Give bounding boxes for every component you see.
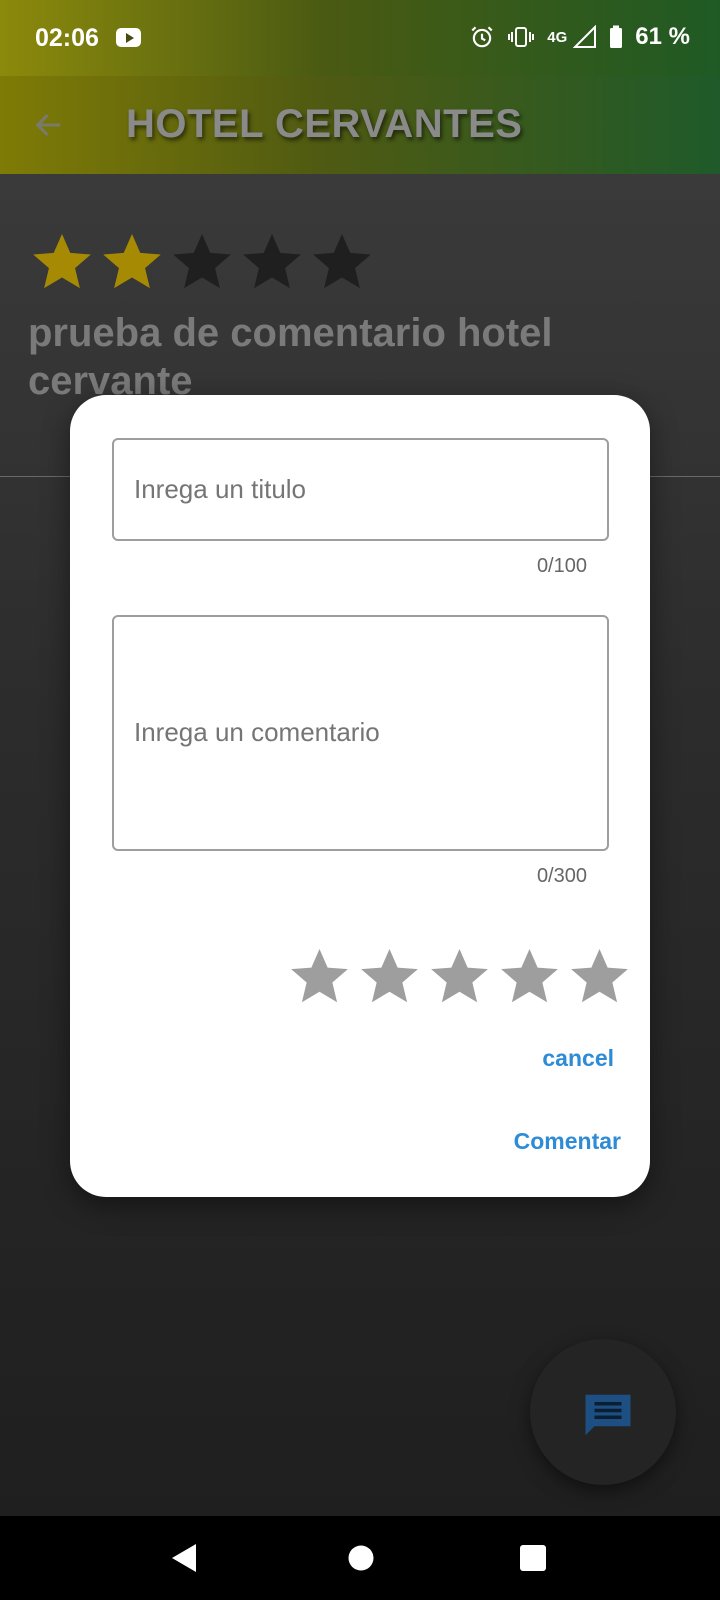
nav-home-icon[interactable] (347, 1542, 375, 1574)
star-empty-icon[interactable] (498, 945, 561, 1008)
network-label: 4G (547, 28, 568, 46)
title-char-counter: 0/100 (536, 555, 587, 577)
review-title: prueba de comentario hotel cervante (28, 311, 553, 403)
star-empty-icon (243, 234, 301, 289)
arrow-back-icon[interactable] (32, 108, 66, 142)
system-nav-bar (0, 1516, 720, 1600)
status-bar: 02:06 4G 61 % (0, 0, 720, 76)
youtube-icon (116, 28, 141, 47)
status-time: 02:06 (35, 24, 99, 52)
star-empty-icon (173, 234, 231, 289)
title-input[interactable] (112, 438, 609, 541)
star-filled-icon (103, 234, 161, 289)
review-rating (30, 230, 374, 294)
vibrate-icon (508, 27, 535, 47)
star-empty-icon[interactable] (288, 945, 351, 1008)
comment-icon (585, 1394, 631, 1436)
rating-selector[interactable] (288, 945, 631, 1008)
star-filled-icon (33, 234, 91, 289)
status-icons: 4G 61 % (469, 22, 690, 52)
alarm-icon (471, 26, 493, 48)
nav-recents-icon[interactable] (519, 1542, 547, 1574)
battery-level: 61 % (635, 23, 690, 50)
add-comment-button[interactable] (530, 1339, 676, 1485)
comment-dialog: 0/100 0/300 cancel Comentar (70, 395, 650, 1197)
star-empty-icon[interactable] (428, 945, 491, 1008)
cancel-button[interactable]: cancel (542, 1045, 614, 1072)
star-empty-icon[interactable] (568, 945, 631, 1008)
comment-char-counter: 0/300 (536, 865, 587, 887)
app-bar: HOTEL CERVANTES (0, 76, 720, 174)
star-empty-icon (313, 234, 371, 289)
submit-comment-button[interactable]: Comentar (514, 1128, 621, 1155)
battery-icon (610, 25, 623, 48)
signal-icon (573, 25, 597, 48)
star-empty-icon[interactable] (358, 945, 421, 1008)
nav-back-icon[interactable] (170, 1542, 200, 1574)
comment-input[interactable] (112, 615, 609, 851)
page-title: HOTEL CERVANTES (126, 102, 523, 146)
